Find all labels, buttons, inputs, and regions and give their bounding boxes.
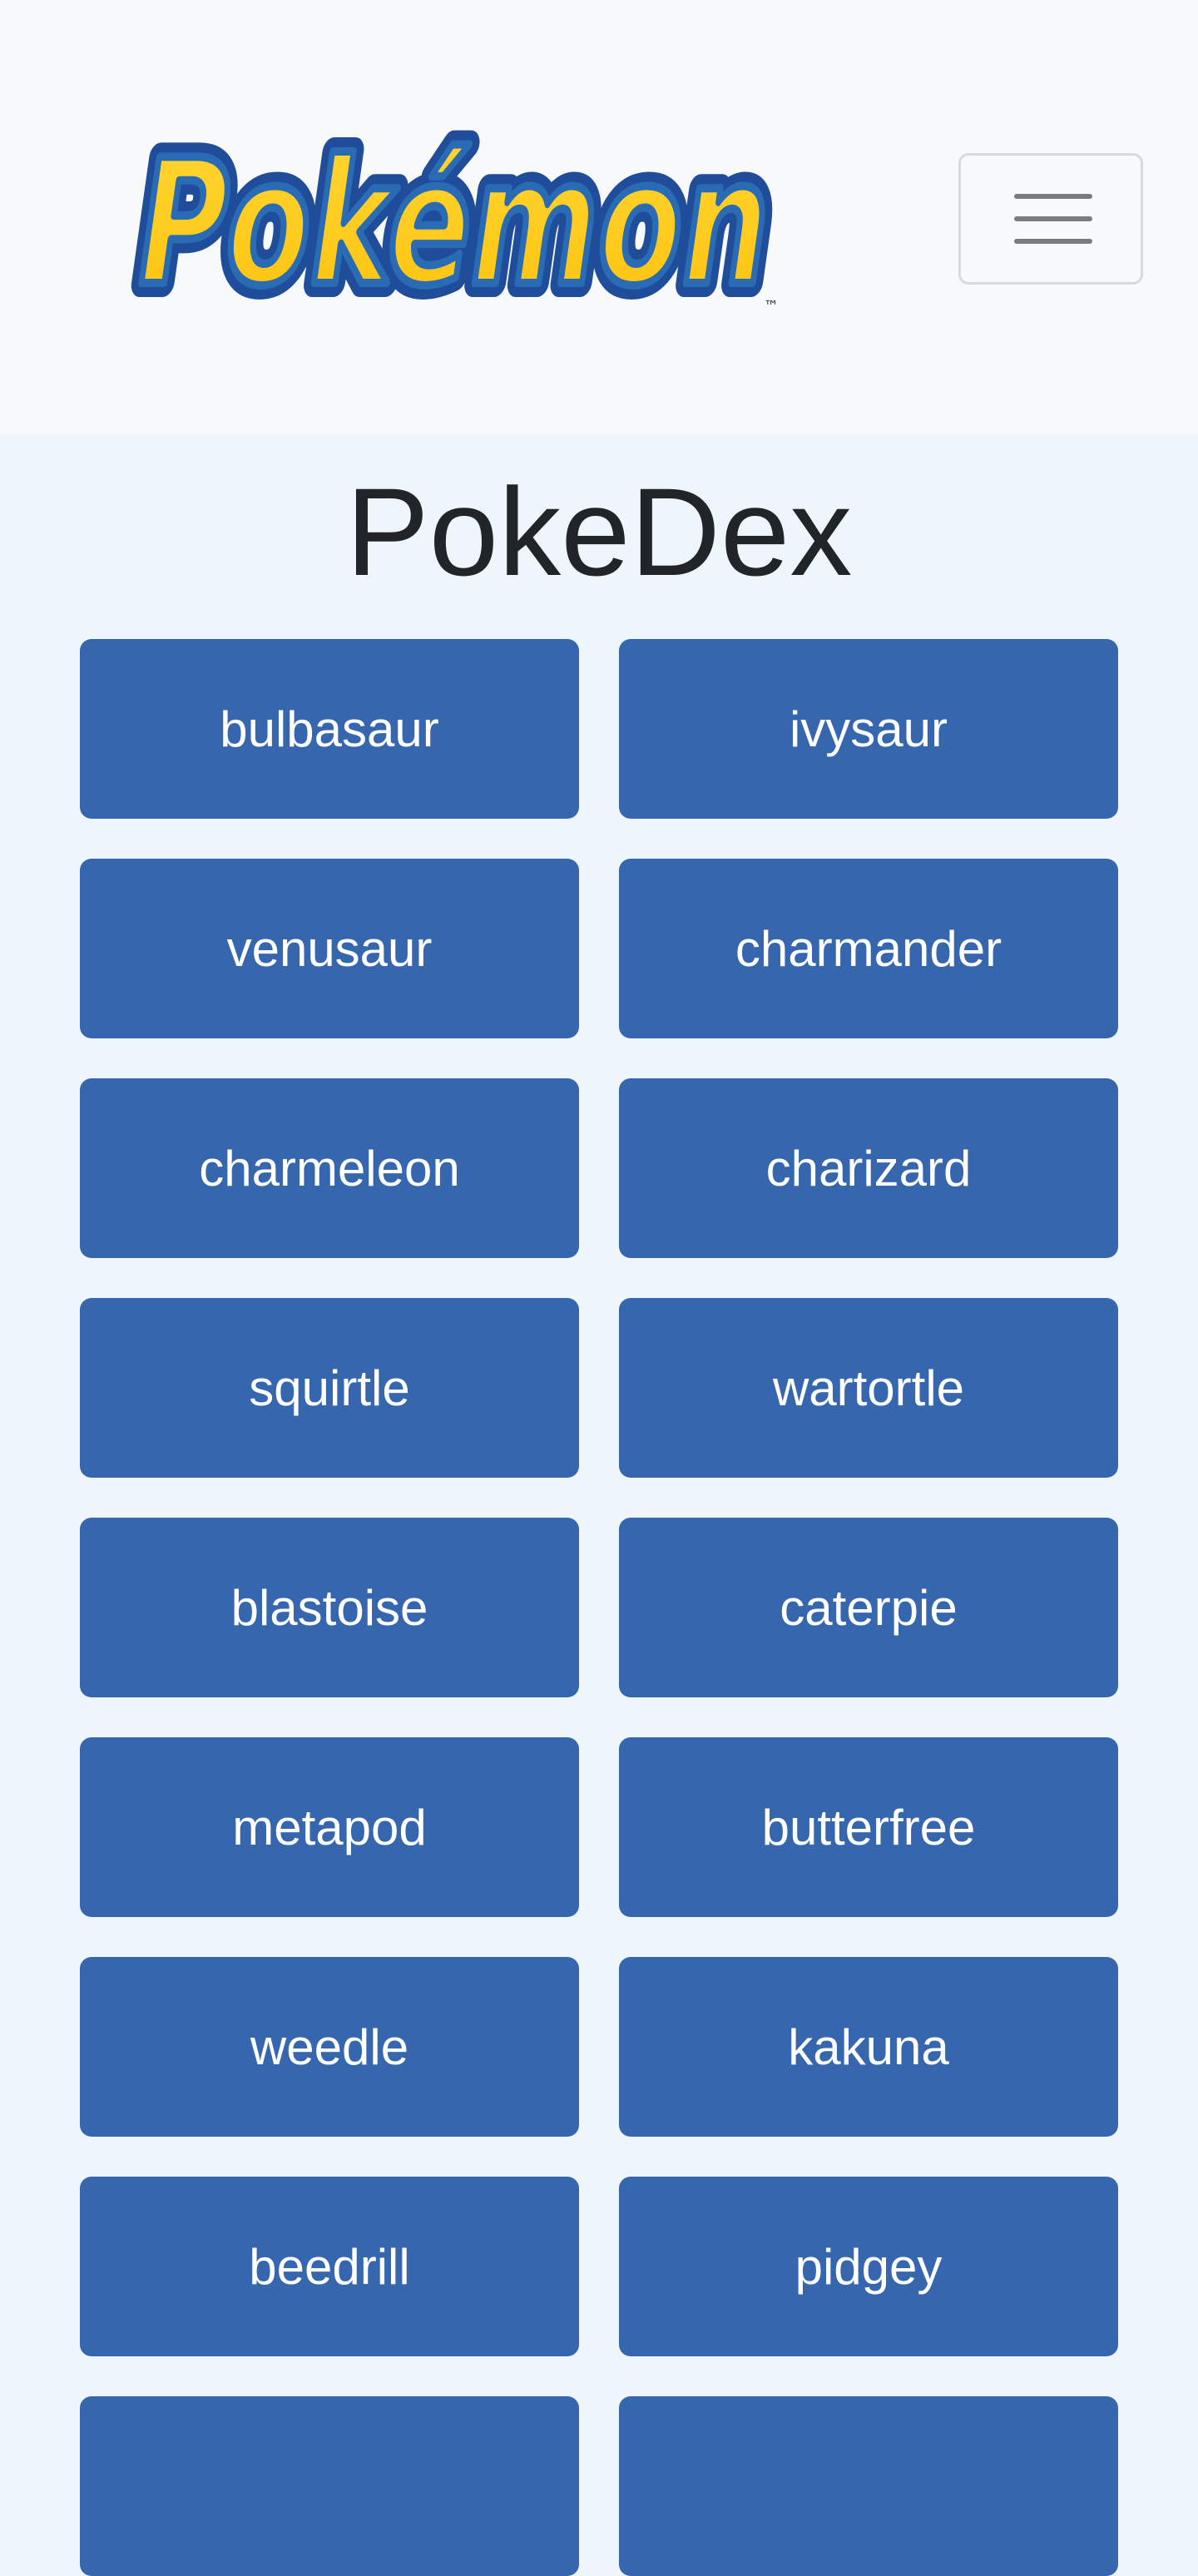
pokemon-button[interactable]: blastoise xyxy=(80,1518,579,1697)
pokemon-button[interactable]: butterfree xyxy=(619,1737,1118,1917)
pokemon-button[interactable]: pidgey xyxy=(619,2177,1118,2356)
hamburger-menu-icon xyxy=(1014,194,1092,199)
hamburger-menu-icon xyxy=(1014,239,1092,244)
hamburger-menu-icon xyxy=(1014,216,1092,221)
pokemon-button[interactable]: charmeleon xyxy=(80,1078,579,1258)
page-title: PokeDex xyxy=(345,462,853,602)
pokemon-button[interactable]: beedrill xyxy=(80,2177,579,2356)
menu-toggle-button[interactable] xyxy=(958,153,1143,285)
pokemon-grid: bulbasaur ivysaur venusaur charmander ch… xyxy=(80,639,1118,2576)
pokemon-button[interactable] xyxy=(619,2396,1118,2576)
pokemon-button[interactable]: bulbasaur xyxy=(80,639,579,819)
navbar: Pokémon Pokémon ™ xyxy=(0,0,1198,434)
pokemon-button[interactable]: venusaur xyxy=(80,859,579,1038)
pokemon-button[interactable]: squirtle xyxy=(80,1298,579,1478)
pokemon-button[interactable] xyxy=(80,2396,579,2576)
pokemon-logo[interactable]: Pokémon Pokémon ™ xyxy=(116,73,807,333)
pokemon-button[interactable]: wartortle xyxy=(619,1298,1118,1478)
pokemon-button[interactable]: kakuna xyxy=(619,1957,1118,2137)
pokemon-button[interactable]: charizard xyxy=(619,1078,1118,1258)
pokemon-button[interactable]: weedle xyxy=(80,1957,579,2137)
pokemon-button[interactable]: charmander xyxy=(619,859,1118,1038)
pokemon-button[interactable]: ivysaur xyxy=(619,639,1118,819)
pokemon-button[interactable]: metapod xyxy=(80,1737,579,1917)
logo-trademark: ™ xyxy=(764,298,779,315)
logo-text: Pokémon xyxy=(125,123,785,324)
main-content: PokeDex bulbasaur ivysaur venusaur charm… xyxy=(0,434,1198,2576)
pokemon-button[interactable]: caterpie xyxy=(619,1518,1118,1697)
